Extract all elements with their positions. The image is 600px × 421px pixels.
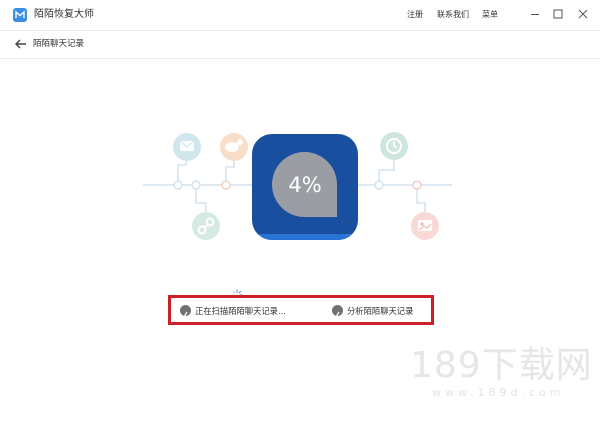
link-icon [192, 212, 220, 240]
contact-link[interactable]: 联系我们 [437, 9, 469, 21]
nav-divider [0, 58, 600, 59]
back-navigation[interactable]: 陌陌聊天记录 [0, 31, 600, 58]
chat-icon [220, 133, 248, 161]
app-title: 陌陌恢复大师 [34, 9, 94, 20]
register-link[interactable]: 注册 [407, 9, 423, 21]
watermark-text: 189下载网 [410, 345, 593, 386]
pencil-icon [180, 305, 191, 318]
app-logo-icon [13, 8, 27, 22]
analyzing-status-label: 分析陌陌聊天记录 [347, 306, 414, 316]
junction-node [374, 180, 384, 190]
scanning-status-label: 正在扫描陌陌聊天记录... [195, 306, 286, 316]
close-icon[interactable] [577, 8, 589, 20]
scan-progress-indicator: 4% [252, 134, 358, 240]
back-label[interactable]: 陌陌聊天记录 [33, 38, 84, 50]
junction-node [191, 180, 201, 190]
pencil-icon [332, 305, 343, 318]
clock-icon [380, 132, 408, 160]
title-bar: 陌陌恢复大师 注册 联系我们 菜单 [0, 0, 600, 30]
back-arrow-icon[interactable] [15, 39, 27, 49]
scan-status-panel: 正在扫描陌陌聊天记录... 分析陌陌聊天记录 [168, 295, 434, 325]
menu-link[interactable]: 菜单 [482, 9, 498, 21]
maximize-icon[interactable] [552, 8, 564, 20]
mail-icon [173, 133, 201, 161]
minimize-icon[interactable] [529, 8, 541, 20]
progress-fill-strip [252, 234, 358, 240]
junction-node [221, 180, 231, 190]
site-watermark: 189下载网 www.189d.com [410, 346, 592, 406]
junction-node [412, 180, 422, 190]
progress-percent: 4% [288, 173, 322, 197]
watermark-url: www.189d.com [432, 386, 565, 399]
junction-node [173, 180, 183, 190]
image-icon [411, 212, 439, 240]
